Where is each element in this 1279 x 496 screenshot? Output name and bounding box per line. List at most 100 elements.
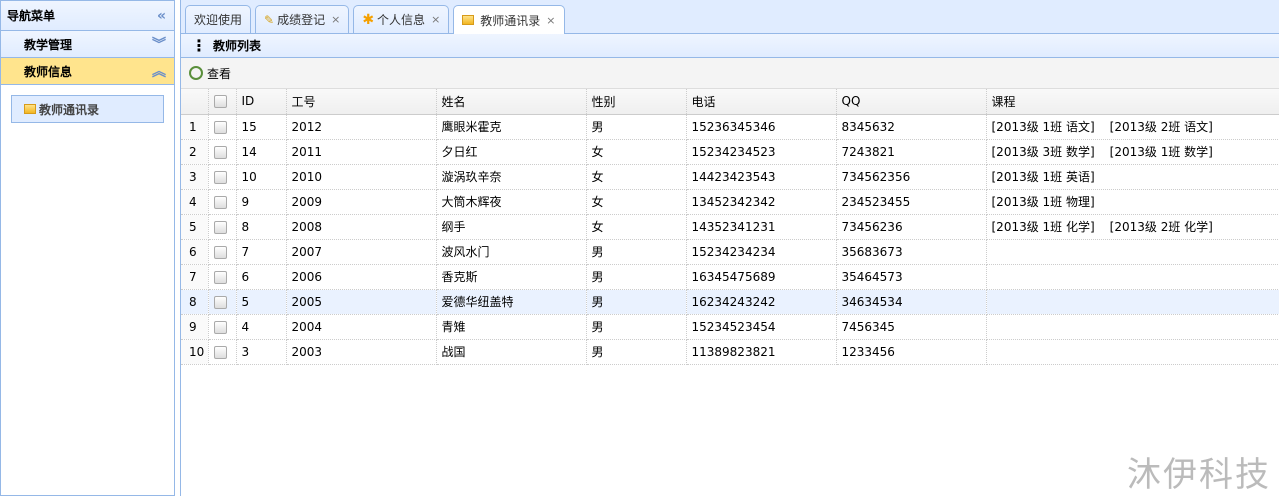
close-icon[interactable]: × <box>546 14 555 27</box>
row-checkbox[interactable] <box>208 214 237 240</box>
column-header-qq[interactable]: QQ <box>836 89 987 115</box>
course-tag: [2013级 1班 化学] <box>991 220 1095 234</box>
view-button[interactable]: 查看 <box>207 65 231 82</box>
folder-icon <box>462 15 475 25</box>
cell-qq: 234523455 <box>836 189 987 215</box>
cell-phone: 16234243242 <box>686 289 837 315</box>
nav-panel: 导航菜单 « 教学管理 ︾ 教师信息 ︽ 教师通讯录 <box>0 0 175 496</box>
tab-label: 成绩登记 <box>277 13 326 27</box>
tab-teacher-contacts[interactable]: 教师通讯录 × <box>453 5 565 34</box>
course-tag: [2013级 2班 化学] <box>1109 220 1213 234</box>
cell-id: 9 <box>236 189 287 215</box>
row-checkbox[interactable] <box>208 239 237 265</box>
cell-name: 漩涡玖辛奈 <box>436 164 587 190</box>
table-row[interactable]: 8 5 2005 爱德华纽盖特男 16234243242 34634534 <box>181 289 1279 315</box>
cell-courses: [2013级 1班 物理] <box>986 189 1279 215</box>
table-row[interactable]: 9 4 2004 青雉男 15234523454 7456345 <box>181 314 1279 340</box>
table-row[interactable]: 10 3 2003 战国男 11389823821 1233456 <box>181 339 1279 365</box>
chevron-down-icon: ︾ <box>152 37 166 53</box>
row-checkbox[interactable] <box>208 314 237 340</box>
cell-sex: 女 <box>586 139 687 165</box>
table-row[interactable]: 5 8 2008 纲手女 14352341231 73456236 [2013级 1班 化… <box>181 214 1279 240</box>
column-header-sex[interactable]: 性别 <box>586 89 687 115</box>
cell-courses <box>986 339 1279 365</box>
column-header-id[interactable]: ID <box>236 89 287 115</box>
cell-phone: 15234523454 <box>686 314 837 340</box>
tab-welcome[interactable]: 欢迎使用 <box>185 5 252 33</box>
row-checkbox[interactable] <box>208 139 237 165</box>
tab-label: 欢迎使用 <box>194 13 243 27</box>
cell-number: 2003 <box>286 339 437 365</box>
column-header-courses[interactable]: 课程 <box>986 89 1279 115</box>
cell-sex: 女 <box>586 189 687 215</box>
accordion-teacher-info[interactable]: 教师信息 ︽ <box>1 58 174 85</box>
cell-courses <box>986 289 1279 315</box>
collapse-left-icon[interactable]: « <box>157 8 166 24</box>
cell-id: 7 <box>236 239 287 265</box>
cell-courses: [2013级 1班 英语] <box>986 164 1279 190</box>
table-row[interactable]: 7 6 2006 香克斯男 16345475689 35464573 <box>181 264 1279 290</box>
row-checkbox[interactable] <box>208 339 237 365</box>
accordion-label: 教师信息 <box>24 64 73 79</box>
cell-sex: 女 <box>586 164 687 190</box>
row-checkbox[interactable] <box>208 289 237 315</box>
row-number: 3 <box>181 164 209 190</box>
cell-phone: 15234234234 <box>686 239 837 265</box>
cell-id: 8 <box>236 214 287 240</box>
row-checkbox[interactable] <box>208 189 237 215</box>
course-tag: [2013级 2班 语文] <box>1109 120 1213 134</box>
cell-id: 3 <box>236 339 287 365</box>
nav-header: 导航菜单 « <box>1 1 174 31</box>
cell-courses: [2013级 3班 数学] [2013级 1班 数学] <box>986 139 1279 165</box>
column-header-phone[interactable]: 电话 <box>686 89 837 115</box>
cell-name: 夕日红 <box>436 139 587 165</box>
cell-sex: 男 <box>586 289 687 315</box>
table-row[interactable]: 3 10 2010 漩涡玖辛奈女 14423423543 734562356 [2013级… <box>181 164 1279 190</box>
cell-qq: 34634534 <box>836 289 987 315</box>
table-row[interactable]: 6 7 2007 波风水门男 15234234234 35683673 <box>181 239 1279 265</box>
cell-number: 2005 <box>286 289 437 315</box>
cell-phone: 14352341231 <box>686 214 837 240</box>
row-checkbox[interactable] <box>208 114 237 140</box>
accordion-teaching[interactable]: 教学管理 ︾ <box>1 31 174 58</box>
cell-qq: 7456345 <box>836 314 987 340</box>
table-row[interactable]: 4 9 2009 大筒木辉夜女 13452342342 234523455 [2013级 … <box>181 189 1279 215</box>
cell-number: 2006 <box>286 264 437 290</box>
table-row[interactable]: 1 15 2012 鹰眼米霍克男 15236345346 8345632 [2013级 1… <box>181 114 1279 140</box>
close-icon[interactable]: × <box>331 13 340 26</box>
cell-qq: 7243821 <box>836 139 987 165</box>
tab-label: 教师通讯录 <box>480 13 541 28</box>
row-number: 9 <box>181 314 209 340</box>
cell-phone: 13452342342 <box>686 189 837 215</box>
cell-sex: 男 <box>586 114 687 140</box>
column-header-number[interactable]: 工号 <box>286 89 437 115</box>
row-number: 10 <box>181 339 209 365</box>
toolbar: 查看 <box>181 58 1279 89</box>
tab-bar: 欢迎使用 ✎ 成绩登记 × ✱ 个人信息 × 教师通讯录 × <box>181 0 1279 34</box>
nav-title: 导航菜单 <box>7 9 56 23</box>
star-icon: ✱ <box>362 11 375 28</box>
cell-sex: 男 <box>586 314 687 340</box>
tab-personal-info[interactable]: ✱ 个人信息 × <box>353 5 450 33</box>
select-all-checkbox[interactable] <box>208 89 237 115</box>
cell-id: 15 <box>236 114 287 140</box>
main-panel: 欢迎使用 ✎ 成绩登记 × ✱ 个人信息 × 教师通讯录 × ⋮ 教师列表 查看 ID 工… <box>180 0 1279 496</box>
cell-qq: 8345632 <box>836 114 987 140</box>
tab-grades[interactable]: ✎ 成绩登记 × <box>255 5 350 33</box>
row-number: 5 <box>181 214 209 240</box>
row-checkbox[interactable] <box>208 264 237 290</box>
row-number: 6 <box>181 239 209 265</box>
watermark: 沐伊科技 <box>1127 455 1271 495</box>
rownum-header <box>181 89 209 115</box>
cell-qq: 35683673 <box>836 239 987 265</box>
close-icon[interactable]: × <box>431 13 440 26</box>
course-tag: [2013级 3班 数学] <box>991 145 1095 159</box>
row-checkbox[interactable] <box>208 164 237 190</box>
nav-item-teacher-contacts[interactable]: 教师通讯录 <box>11 95 164 123</box>
cell-phone: 15234234523 <box>686 139 837 165</box>
cell-name: 香克斯 <box>436 264 587 290</box>
column-header-name[interactable]: 姓名 <box>436 89 587 115</box>
table-row[interactable]: 2 14 2011 夕日红女 15234234523 7243821 [2013级 3班 … <box>181 139 1279 165</box>
view-icon <box>189 66 203 80</box>
cell-name: 战国 <box>436 339 587 365</box>
